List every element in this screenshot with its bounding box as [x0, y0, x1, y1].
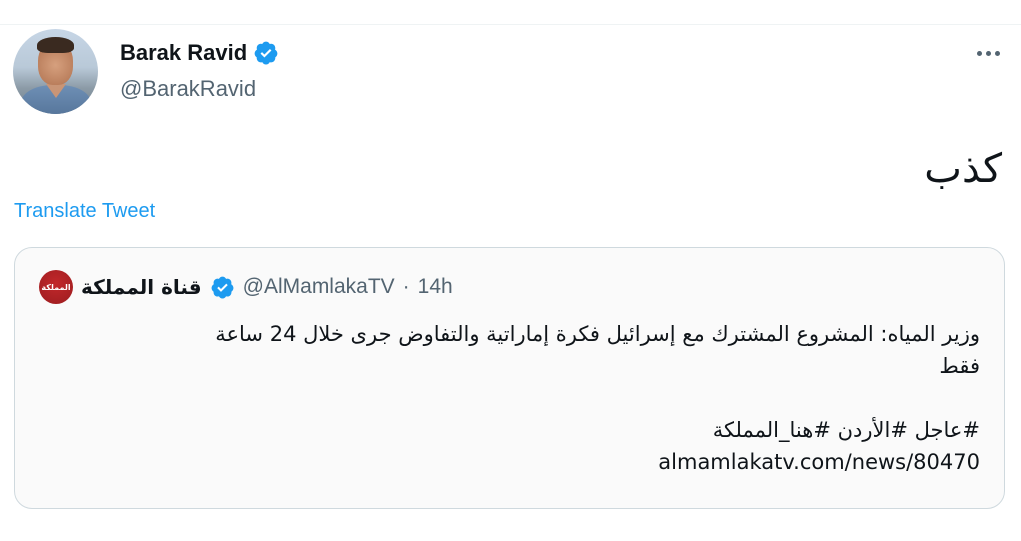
more-dot [976, 50, 982, 56]
verified-badge-icon [253, 40, 279, 66]
quoted-tweet-card[interactable]: المملكة قناة المملكة @AlMamlakaTV · 14h … [14, 247, 1005, 509]
quoted-author-name[interactable]: قناة المملكة [81, 275, 202, 299]
quoted-text-line: فقط [939, 354, 980, 378]
avatar-hair [37, 37, 74, 53]
more-dot [985, 50, 991, 56]
author-avatar[interactable] [13, 29, 98, 114]
top-divider [0, 24, 1021, 25]
quoted-hashtags[interactable]: #عاجل #الأردن #هنا_المملكة [40, 414, 980, 446]
author-name-row[interactable]: Barak Ravid [120, 40, 279, 66]
verified-badge-icon [210, 275, 235, 300]
quoted-avatar-logo-text: المملكة [41, 282, 71, 292]
more-dot [994, 50, 1000, 56]
quoted-text-line: وزير المياه: المشروع المشترك مع إسرائيل … [215, 322, 980, 346]
quoted-tweet-text: وزير المياه: المشروع المشترك مع إسرائيل … [40, 318, 980, 478]
author-handle[interactable]: @BarakRavid [120, 76, 256, 102]
quoted-author-avatar[interactable]: المملكة [39, 270, 73, 304]
quoted-tweet-header: المملكة قناة المملكة @AlMamlakaTV · 14h [39, 270, 453, 304]
quoted-link[interactable]: almamlakatv.com/news/80470 [40, 446, 980, 478]
translate-tweet-link[interactable]: Translate Tweet [14, 200, 155, 223]
tweet-text: كذب [924, 146, 1002, 192]
header-separator: · [402, 275, 410, 298]
more-options-icon[interactable] [970, 40, 1006, 66]
quoted-author-handle[interactable]: @AlMamlakaTV [243, 275, 395, 299]
quoted-tweet-time[interactable]: 14h [418, 275, 453, 299]
author-display-name[interactable]: Barak Ravid [120, 40, 247, 66]
